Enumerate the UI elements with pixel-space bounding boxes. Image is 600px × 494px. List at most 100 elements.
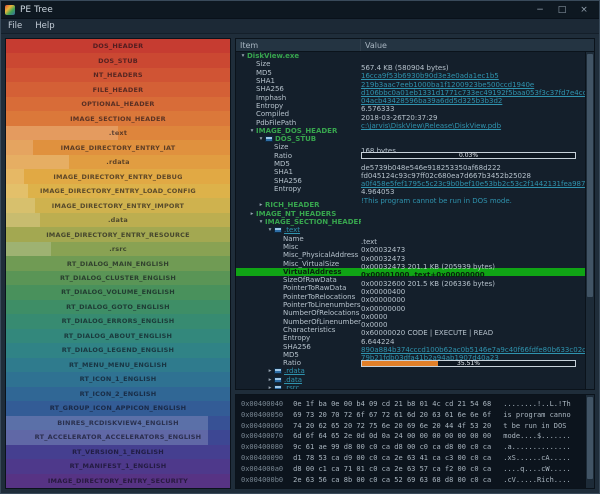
filemap-band-label: RT_DIALOG_GOTO_ENGLISH (66, 302, 170, 311)
hex-row: 0x00400070 6d 6f 64 65 2e 0d 0d 0a 24 00 … (241, 431, 582, 442)
tree-row-.data[interactable]: ▸ .data (236, 376, 585, 384)
tree-item-cell: ▸PointerToRelocations (236, 293, 361, 301)
tree-item-cell: ▾ DiskView.exe (236, 52, 361, 60)
tree-scrollbar[interactable] (585, 52, 594, 389)
hex-row: 0x00400040 0e 1f ba 0e 00 b4 09 cd 21 b8 … (241, 399, 582, 410)
filemap-band-rt-version-1-english[interactable]: RT_VERSION_1_ENGLISH (6, 444, 230, 460)
expand-arrow-icon[interactable]: ▸ (257, 202, 265, 208)
tree-row-ratio[interactable]: ▸Ratio 0.03% (236, 152, 585, 160)
window-controls: − □ × (529, 1, 595, 19)
column-header-item[interactable]: Item (236, 39, 361, 51)
filemap-band--rsrc[interactable]: .rsrc (6, 241, 230, 257)
tree-row-size[interactable]: ▸Size168 bytes (236, 143, 585, 155)
filemap-band-rt-dialog-legend-english[interactable]: RT_DIALOG_LEGEND_ENGLISH (6, 343, 230, 358)
filemap-band-label: RT_DIALOG_MAIN_ENGLISH (66, 259, 170, 268)
tree-item-cell: ▸Entropy (236, 334, 361, 342)
filemap-band-optional-header[interactable]: OPTIONAL_HEADER (6, 96, 230, 112)
filemap-band-image-directory-entry-load-config[interactable]: IMAGE_DIRECTORY_ENTRY_LOAD_CONFIG (6, 183, 230, 199)
title-bar[interactable]: PE Tree − □ × (1, 1, 599, 19)
filemap-band-rt-menu-menu-english[interactable]: RT_MENU_MENU_ENGLISH (6, 357, 230, 373)
tree-row-image-section-header[interactable]: ▾ IMAGE_SECTION_HEADER (236, 218, 585, 226)
filemap-band-label: RT_DIALOG_LEGEND_ENGLISH (61, 346, 175, 355)
filemap-band--rdata[interactable]: .rdata (6, 154, 230, 170)
collapse-arrow-icon[interactable]: ▾ (248, 128, 256, 134)
filemap-band-rt-icon-1-english[interactable]: RT_ICON_1_ENGLISH (6, 372, 230, 387)
menu-file[interactable]: File (8, 21, 22, 31)
tree-row-.rdata[interactable]: ▸ .rdata (236, 367, 585, 375)
tree-item-cell: ▸ .rdata (236, 367, 361, 375)
expand-arrow-icon[interactable]: ▸ (248, 211, 256, 217)
filemap-band-image-directory-entry-security[interactable]: IMAGE_DIRECTORY_ENTRY_SECURITY (6, 473, 230, 489)
expand-arrow-icon[interactable]: ▸ (266, 377, 274, 383)
hex-address: 0x00400070 (241, 432, 284, 441)
filemap-band-file-header[interactable]: FILE_HEADER (6, 82, 230, 97)
filemap-band--data[interactable]: .data (6, 212, 230, 228)
filemap-band-label: BINRES_RCDISKVIEW4_ENGLISH (57, 418, 179, 427)
tree-item-label: PdbFilePath (256, 118, 297, 127)
tree-row-.rsrc[interactable]: ▸ .rsrc (236, 384, 585, 389)
file-map: DOS_HEADER DOS_STUB NT_HEADERS FILE_HEADER O… (5, 38, 231, 489)
filemap-band-image-directory-entry-debug[interactable]: IMAGE_DIRECTORY_ENTRY_DEBUG (6, 169, 230, 184)
tree-item-label: DiskView.exe (247, 52, 300, 61)
tree-item-cell: ▸SHA256 (236, 177, 361, 185)
menu-help[interactable]: Help (35, 21, 54, 31)
filemap-band-image-directory-entry-resource[interactable]: IMAGE_DIRECTORY_ENTRY_RESOURCE (6, 227, 230, 242)
section-icon (274, 385, 282, 389)
tree-row-string[interactable]: ▸!This program cannot be run in DOS mode… (236, 193, 585, 205)
tree-value-text[interactable]: c:\jarvis\DiskView\Release\DiskView.pdb (361, 122, 501, 130)
filemap-band-rt-group-icon-appicon-english[interactable]: RT_GROUP_ICON_APPICON_ENGLISH (6, 401, 230, 416)
hex-address: 0x00400050 (241, 410, 284, 419)
collapse-arrow-icon[interactable]: ▾ (266, 227, 274, 233)
filemap-band--text[interactable]: .text (6, 125, 230, 141)
collapse-arrow-icon[interactable]: ▾ (257, 136, 265, 142)
filemap-band-rt-accelerator-accelerators-english[interactable]: RT_ACCELERATOR_ACCELERATORS_ENGLISH (6, 430, 230, 445)
filemap-band-label: RT_DIALOG_ERRORS_ENGLISH (61, 317, 175, 326)
section-icon (274, 368, 282, 375)
filemap-band-dos-stub[interactable]: DOS_STUB (6, 53, 230, 68)
hex-ascii: ....q....cW..... (503, 464, 571, 473)
tree-row-ratio[interactable]: ▸Ratio 35.51% (236, 359, 585, 367)
column-header-value[interactable]: Value (361, 39, 594, 51)
tree-item-label: Compiled (256, 110, 290, 119)
hex-ascii: .cV.....Rich.... (503, 475, 571, 484)
filemap-band-rt-dialog-goto-english[interactable]: RT_DIALOG_GOTO_ENGLISH (6, 299, 230, 315)
collapse-arrow-icon[interactable]: ▾ (257, 219, 265, 225)
filemap-band-rt-dialog-volume-english[interactable]: RT_DIALOG_VOLUME_ENGLISH (6, 285, 230, 300)
expand-arrow-icon[interactable]: ▸ (266, 385, 274, 389)
filemap-band-dos-header[interactable]: DOS_HEADER (6, 39, 230, 54)
tree-item-label: PointerToRawData (283, 284, 347, 293)
hex-address: 0x00400060 (241, 421, 284, 430)
filemap-band-label: RT_ICON_2_ENGLISH (79, 389, 157, 398)
tree-row-image-nt-headers[interactable]: ▸ IMAGE_NT_HEADERS (236, 210, 585, 218)
tree-item-label: MD5 (274, 160, 290, 168)
tree-scrollbar-thumb[interactable] (587, 54, 593, 297)
filemap-band-rt-icon-2-english[interactable]: RT_ICON_2_ENGLISH (6, 386, 230, 402)
close-button[interactable]: × (573, 1, 595, 19)
filemap-band-label: FILE_HEADER (92, 85, 144, 94)
filemap-band-image-directory-entry-import[interactable]: IMAGE_DIRECTORY_ENTRY_IMPORT (6, 198, 230, 213)
tree-item-label: Misc (283, 242, 299, 251)
expand-arrow-icon[interactable]: ▸ (266, 368, 274, 374)
maximize-button[interactable]: □ (551, 1, 573, 19)
filemap-band-rt-manifest-1-english[interactable]: RT_MANIFEST_1_ENGLISH (6, 459, 230, 474)
section-icon (274, 376, 282, 383)
filemap-region-highlight (6, 154, 69, 170)
filemap-band-rt-dialog-about-english[interactable]: RT_DIALOG_ABOUT_ENGLISH (6, 328, 230, 344)
filemap-band-rt-dialog-cluster-english[interactable]: RT_DIALOG_CLUSTER_ENGLISH (6, 270, 230, 286)
tree-item-cell: ▸MD5 (236, 69, 361, 77)
hex-scrollbar[interactable] (585, 395, 594, 488)
filemap-band-label: IMAGE_SECTION_HEADER (70, 114, 166, 123)
minimize-button[interactable]: − (529, 1, 551, 19)
hex-scrollbar-thumb[interactable] (587, 397, 593, 479)
filemap-band-image-directory-entry-iat[interactable]: IMAGE_DIRECTORY_ENTRY_IAT (6, 140, 230, 155)
collapse-arrow-icon[interactable]: ▾ (239, 53, 247, 59)
filemap-band-rt-dialog-errors-english[interactable]: RT_DIALOG_ERRORS_ENGLISH (6, 314, 230, 329)
filemap-band-rt-dialog-main-english[interactable]: RT_DIALOG_MAIN_ENGLISH (6, 256, 230, 271)
filemap-band-binres-rcdiskview4-english[interactable]: BINRES_RCDISKVIEW4_ENGLISH (6, 415, 230, 431)
filemap-band-image-section-header[interactable]: IMAGE_SECTION_HEADER (6, 111, 230, 126)
tree-row-pdbfilepath[interactable]: ▸PdbFilePathc:\jarvis\DiskView\Release\D… (236, 118, 585, 131)
filemap-region-highlight (6, 198, 36, 213)
filemap-band-nt-headers[interactable]: NT_HEADERS (6, 67, 230, 83)
hex-ascii: t be run in DOS (503, 421, 571, 430)
tree-row-md5[interactable]: ▸MD579b21fdb03dfa41b2a94ab1907d40a23 (236, 351, 585, 363)
